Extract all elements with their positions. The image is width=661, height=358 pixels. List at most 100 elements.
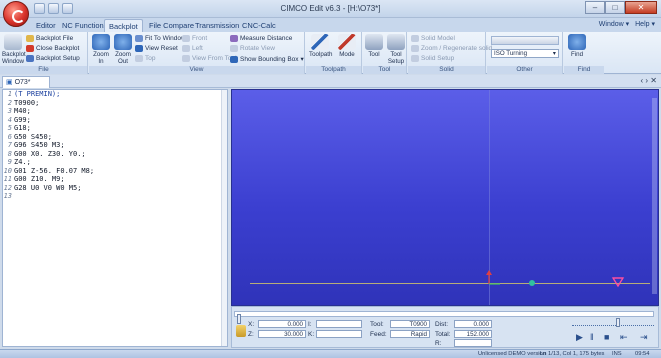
solid-model-button[interactable]: Solid Model bbox=[411, 35, 455, 42]
code-line[interactable]: 3 M40; bbox=[3, 107, 223, 116]
document-nav-close-icon[interactable]: ‹ › ✕ bbox=[641, 76, 657, 85]
document-icon: ▣ bbox=[6, 79, 15, 86]
mode-button[interactable]: Mode bbox=[336, 34, 358, 58]
toolpath-overlay bbox=[486, 270, 625, 288]
code-line[interactable]: 10 G01 Z-56. F0.07 M8; bbox=[3, 167, 223, 176]
code-line[interactable]: 2 T0900; bbox=[3, 99, 223, 108]
left-view-button[interactable]: Left bbox=[182, 45, 203, 52]
code-text: G28 U0 V0 W0 M5; bbox=[14, 183, 82, 192]
ribbon-group-other: ISO Turning ▾ Other bbox=[487, 32, 563, 74]
x-value: 0.000 bbox=[258, 320, 306, 328]
code-line[interactable]: 7 G96 S450 M3; bbox=[3, 141, 223, 150]
backplot-window-button[interactable]: Backplot Window bbox=[2, 34, 26, 65]
document-tab-o73[interactable]: ▣ O73* bbox=[2, 76, 50, 88]
top-view-label: Top bbox=[145, 55, 156, 62]
total-label: Total: bbox=[435, 331, 451, 338]
chevron-down-icon: ▾ bbox=[552, 50, 556, 57]
editor-scrollbar[interactable] bbox=[221, 90, 227, 346]
show-bounding-box-label: Show Bounding Box bbox=[240, 55, 299, 63]
code-text: M40; bbox=[14, 107, 31, 115]
code-line[interactable]: 4 G99; bbox=[3, 116, 223, 125]
tool-field-label: Tool: bbox=[370, 321, 384, 328]
mode-icon bbox=[338, 34, 356, 50]
tab-transmission[interactable]: Transmission bbox=[191, 19, 243, 32]
code-text: G00 Z10. M9; bbox=[14, 175, 65, 183]
code-text: G01 Z-56. F0.07 M8; bbox=[14, 166, 95, 175]
backplot-window-icon bbox=[4, 34, 22, 50]
top-view-button[interactable]: Top bbox=[135, 55, 155, 62]
tab-editor[interactable]: Editor bbox=[32, 19, 60, 32]
front-view-button[interactable]: Front bbox=[182, 35, 207, 42]
code-line[interactable]: 9 Z4.; bbox=[3, 158, 223, 167]
minimize-button[interactable]: – bbox=[585, 1, 605, 14]
ribbon-group-solid: Solid Model Zoom / Regenerate solid Soli… bbox=[408, 32, 492, 74]
step-icon[interactable]: ‖ bbox=[590, 332, 594, 342]
measure-distance-button[interactable]: Measure Distance bbox=[230, 35, 292, 42]
zoom-out-label: Zoom Out bbox=[115, 51, 131, 65]
machine-toolbar bbox=[491, 36, 559, 45]
app-menu-orb-icon[interactable] bbox=[3, 1, 29, 27]
ribbon-group-tool-label: Tool bbox=[363, 66, 406, 74]
backplot-viewport[interactable] bbox=[231, 89, 659, 306]
rotate-view-label: Rotate View bbox=[240, 45, 275, 52]
fit-to-window-icon bbox=[135, 35, 143, 42]
viewport-scrollbar[interactable] bbox=[652, 98, 657, 294]
progress-slider-thumb[interactable] bbox=[237, 314, 241, 324]
code-line[interactable]: 5 G18; bbox=[3, 124, 223, 133]
speed-slider[interactable] bbox=[572, 321, 654, 326]
step-forward-icon[interactable]: ⇥ bbox=[640, 332, 648, 343]
show-bounding-box-button[interactable]: Show Bounding Box ▾ bbox=[230, 55, 304, 63]
close-button[interactable]: ✕ bbox=[625, 1, 657, 14]
backplot-window-label: Backplot Window bbox=[2, 51, 26, 65]
solid-setup-button[interactable]: Solid Setup bbox=[411, 55, 454, 62]
tool-position-marker bbox=[529, 280, 535, 286]
code-line[interactable]: 8 G00 X0. Z30. Y0.; bbox=[3, 150, 223, 159]
code-line[interactable]: 1 (T PREMIN); bbox=[3, 90, 223, 99]
progress-slider[interactable] bbox=[234, 311, 654, 324]
play-icon[interactable]: ▶ bbox=[576, 332, 583, 343]
maximize-button[interactable]: □ bbox=[605, 1, 625, 14]
stop-icon[interactable]: ■ bbox=[604, 332, 609, 342]
tab-cnc-calc[interactable]: CNC-Calc bbox=[238, 19, 280, 32]
code-line[interactable]: 11 G00 Z10. M9; bbox=[3, 175, 223, 184]
find-button[interactable]: Find bbox=[566, 34, 588, 58]
view-from-tool-button[interactable]: View From Tool bbox=[182, 55, 237, 62]
tool-setup-button[interactable]: Tool Setup bbox=[385, 34, 407, 65]
machine-select[interactable]: ISO Turning ▾ bbox=[491, 49, 559, 58]
origin-marker-icon bbox=[486, 270, 500, 285]
editor-scrollbar-thumb[interactable] bbox=[223, 102, 226, 332]
speed-slider-thumb[interactable] bbox=[616, 318, 620, 327]
i-value bbox=[316, 320, 362, 328]
line-number: 9 bbox=[7, 158, 12, 166]
zoom-regenerate-button[interactable]: Zoom / Regenerate solid bbox=[411, 45, 492, 52]
ribbon-group-solid-label: Solid bbox=[408, 66, 485, 74]
backplot-setup-button[interactable]: Backplot Setup bbox=[26, 55, 80, 62]
window-menu-arrow-icon: ▾ bbox=[625, 21, 630, 28]
zoom-out-button[interactable]: Zoom Out bbox=[112, 34, 134, 65]
r-value bbox=[454, 339, 492, 347]
window-menu[interactable]: Window bbox=[599, 21, 624, 28]
backplot-file-button[interactable]: Backplot File bbox=[26, 35, 73, 42]
ribbon-group-tool: Tool Tool Setup Tool bbox=[363, 32, 407, 74]
ribbon-group-find: Find Find bbox=[564, 32, 604, 74]
backplot-setup-icon bbox=[26, 55, 34, 62]
front-view-icon bbox=[182, 35, 190, 42]
help-menu[interactable]: Help bbox=[635, 21, 649, 28]
tool-button[interactable]: Tool bbox=[363, 34, 385, 58]
code-editor[interactable]: 1 (T PREMIN); 2 T0900; 3 M40; 4 G99; 5 G18; 6 G50 S… bbox=[2, 89, 228, 347]
code-line[interactable]: 6 G50 S450; bbox=[3, 133, 223, 142]
find-label: Find bbox=[570, 51, 584, 58]
rotate-view-button[interactable]: Rotate View bbox=[230, 45, 275, 52]
dist-label: Dist: bbox=[435, 321, 448, 328]
tab-backplot[interactable]: Backplot bbox=[104, 19, 143, 32]
step-back-icon[interactable]: ⇤ bbox=[620, 332, 628, 343]
code-line[interactable]: 12 G28 U0 V0 W0 M5; bbox=[3, 184, 223, 193]
view-reset-button[interactable]: View Reset bbox=[135, 45, 178, 52]
tool-icon bbox=[365, 34, 383, 50]
zoom-in-button[interactable]: Zoom In bbox=[90, 34, 112, 65]
code-line[interactable]: 13 bbox=[3, 192, 223, 201]
close-backplot-button[interactable]: Close Backplot bbox=[26, 45, 79, 52]
ribbon-group-toolpath-label: Toolpath bbox=[306, 66, 361, 74]
toolpath-button[interactable]: Toolpath bbox=[309, 34, 332, 58]
fit-to-window-button[interactable]: Fit To Window bbox=[135, 35, 186, 42]
